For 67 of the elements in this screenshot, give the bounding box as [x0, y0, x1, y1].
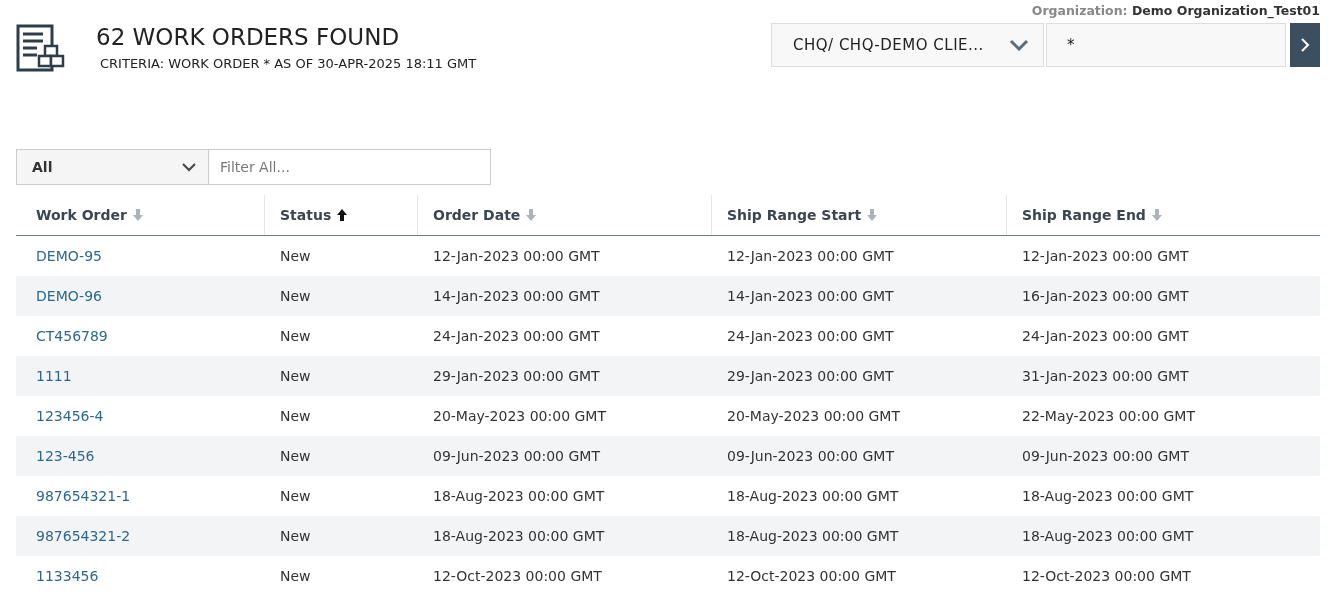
- filter-scope-dropdown[interactable]: All: [16, 149, 209, 185]
- work-order-link[interactable]: 987654321-1: [36, 488, 131, 504]
- client-dropdown[interactable]: CHQ/ CHQ-DEMO CLIE...: [771, 23, 1044, 67]
- chevron-down-icon: [182, 162, 196, 172]
- table-cell: 09-Jun-2023 00:00 GMT: [727, 448, 894, 464]
- table-cell: 09-Jun-2023 00:00 GMT: [1022, 448, 1189, 464]
- table-cell: 18-Aug-2023 00:00 GMT: [1022, 528, 1194, 544]
- table-cell: 18-Aug-2023 00:00 GMT: [727, 488, 899, 504]
- work-order-link[interactable]: DEMO-95: [36, 248, 102, 264]
- table-cell: 12-Jan-2023 00:00 GMT: [433, 248, 600, 264]
- table-cell: New: [280, 408, 311, 424]
- table-cell: 12-Jan-2023 00:00 GMT: [1022, 248, 1189, 264]
- table-cell: 24-Jan-2023 00:00 GMT: [727, 328, 894, 344]
- table-cell: New: [280, 568, 311, 584]
- table-cell: 24-Jan-2023 00:00 GMT: [433, 328, 600, 344]
- table-cell: 20-May-2023 00:00 GMT: [727, 408, 900, 424]
- table-cell: 29-Jan-2023 00:00 GMT: [433, 368, 600, 384]
- table-cell: New: [280, 328, 311, 344]
- table-cell: 16-Jan-2023 00:00 GMT: [1022, 288, 1189, 304]
- work-order-link[interactable]: CT456789: [36, 328, 108, 344]
- column-header[interactable]: Status: [280, 207, 332, 223]
- search-field[interactable]: *: [1046, 23, 1286, 67]
- organization-text: Organization: Demo Organization_Test01: [1031, 3, 1320, 18]
- work-order-link[interactable]: 123-456: [36, 448, 95, 464]
- table-cell: 18-Aug-2023 00:00 GMT: [1022, 488, 1194, 504]
- column-header[interactable]: Ship Range Start: [727, 207, 862, 223]
- table-cell: 12-Oct-2023 00:00 GMT: [433, 568, 602, 584]
- go-button[interactable]: [1290, 23, 1320, 67]
- work-order-link[interactable]: 1133456: [36, 568, 99, 584]
- table-cell: 22-May-2023 00:00 GMT: [1022, 408, 1195, 424]
- work-order-icon: [16, 24, 66, 74]
- table-cell: 14-Jan-2023 00:00 GMT: [433, 288, 600, 304]
- table-cell: 18-Aug-2023 00:00 GMT: [433, 488, 605, 504]
- sort-down-icon[interactable]: [866, 208, 879, 222]
- table-cell: New: [280, 288, 311, 304]
- table-cell: 29-Jan-2023 00:00 GMT: [727, 368, 894, 384]
- table-cell: 31-Jan-2023 00:00 GMT: [1022, 368, 1189, 384]
- work-order-link[interactable]: 1111: [36, 368, 72, 384]
- table-cell: New: [280, 368, 311, 384]
- sort-up-icon[interactable]: [336, 208, 349, 222]
- table-cell: 09-Jun-2023 00:00 GMT: [433, 448, 600, 464]
- table-cell: New: [280, 248, 311, 264]
- work-order-link[interactable]: 987654321-2: [36, 528, 131, 544]
- sort-down-icon[interactable]: [525, 208, 538, 222]
- search-criteria: CRITERIA: WORK ORDER * AS OF 30-APR-2025 18:11 GMT: [100, 56, 477, 71]
- work-order-link[interactable]: 123456-4: [36, 408, 104, 424]
- column-header[interactable]: Ship Range End: [1022, 207, 1146, 223]
- table-cell: 24-Jan-2023 00:00 GMT: [1022, 328, 1189, 344]
- table-cell: New: [280, 488, 311, 504]
- table-cell: 18-Aug-2023 00:00 GMT: [727, 528, 899, 544]
- table-cell: 12-Oct-2023 00:00 GMT: [1022, 568, 1191, 584]
- work-order-link[interactable]: DEMO-96: [36, 288, 102, 304]
- table-cell: 18-Aug-2023 00:00 GMT: [433, 528, 605, 544]
- page-title: 62 WORK ORDERS FOUND: [96, 24, 401, 50]
- table-cell: New: [280, 528, 311, 544]
- chevron-right-icon: [1300, 37, 1310, 53]
- column-header[interactable]: Order Date: [433, 207, 521, 223]
- chevron-down-icon: [1009, 39, 1029, 51]
- table-cell: 14-Jan-2023 00:00 GMT: [727, 288, 894, 304]
- sort-down-icon[interactable]: [1150, 208, 1163, 222]
- column-header[interactable]: Work Order: [36, 207, 127, 223]
- sort-down-icon[interactable]: [131, 208, 144, 222]
- table-cell: 12-Oct-2023 00:00 GMT: [727, 568, 896, 584]
- table-cell: New: [280, 448, 311, 464]
- table-cell: 20-May-2023 00:00 GMT: [433, 408, 606, 424]
- filter-field[interactable]: Filter All...: [209, 149, 491, 185]
- table-cell: 12-Jan-2023 00:00 GMT: [727, 248, 894, 264]
